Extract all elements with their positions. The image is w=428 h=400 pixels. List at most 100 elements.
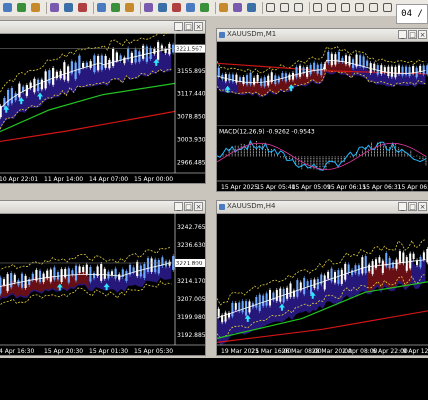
price-axis-label: 3078.850 — [177, 114, 205, 121]
zoom-out-icon[interactable] — [158, 3, 167, 12]
price-chart[interactable]: 15 Apr 2025 15 Apr 05:40 15 Apr 05:09 15 Ap… — [217, 41, 428, 191]
candle-body — [334, 54, 337, 65]
candle-body — [381, 260, 384, 274]
text-icon[interactable] — [369, 3, 378, 12]
candle-body — [378, 257, 381, 263]
minimize-button[interactable]: _ — [174, 202, 183, 211]
candle-body — [74, 265, 78, 281]
chart-shift-icon[interactable] — [200, 3, 209, 12]
chart-title: XAUUSDm,M1 — [227, 30, 277, 38]
candle-body — [143, 263, 146, 278]
templates-icon[interactable] — [247, 3, 256, 12]
candle-body — [313, 279, 316, 289]
cursor-icon[interactable] — [266, 3, 275, 12]
candle-body — [245, 75, 249, 85]
candle-body — [6, 274, 9, 292]
channel-icon[interactable] — [341, 3, 350, 12]
price-chart-svg[interactable]: 15 Apr 202515 Apr 05:4015 Apr 05:0915 Ap… — [217, 41, 428, 191]
price-chart-svg[interactable]: 3221.5673192.553155.8953117.4403078.8503… — [0, 33, 205, 183]
indicators-icon[interactable] — [219, 3, 228, 12]
periods-icon[interactable] — [233, 3, 242, 12]
chart-window-bottom-left[interactable]: _ □ × 3221.800 3242.765 3236.630 3228.275 32… — [0, 200, 206, 356]
market-watch-icon[interactable] — [31, 3, 40, 12]
minimize-button[interactable]: _ — [174, 22, 183, 31]
terminal-icon[interactable] — [64, 3, 73, 12]
text-label-icon[interactable] — [383, 3, 392, 12]
candle-body — [92, 272, 96, 279]
profiles-icon[interactable] — [17, 3, 26, 12]
candle-body — [422, 252, 425, 260]
candle-body — [136, 261, 139, 277]
candle-body — [78, 266, 81, 273]
close-button[interactable]: × — [418, 202, 427, 211]
candle-body — [303, 277, 306, 295]
price-chart[interactable]: 19 Mar 2025 21 Mar 16:00 26 Mar 08:00 28 Ma… — [217, 213, 428, 355]
candle-body — [405, 257, 408, 271]
vertical-line-icon[interactable] — [294, 3, 303, 12]
close-button[interactable]: × — [194, 202, 203, 211]
candle-body — [279, 288, 282, 302]
candle-body — [38, 270, 42, 283]
strategy-tester-icon[interactable] — [78, 3, 87, 12]
close-button[interactable]: × — [418, 30, 427, 39]
candle-body — [82, 266, 85, 272]
candle-body — [351, 269, 354, 276]
maximize-button[interactable]: □ — [184, 202, 193, 211]
tile-windows-icon[interactable] — [172, 3, 181, 12]
candlestick-icon[interactable] — [111, 3, 120, 12]
candle-body — [234, 303, 237, 310]
candle-body — [31, 273, 34, 280]
time-axis-label: 15 Apr 05:40 — [256, 184, 295, 191]
zoom-in-icon[interactable] — [144, 3, 153, 12]
candle-body — [398, 251, 401, 264]
slow-moving-average-line — [0, 110, 176, 143]
horizontal-line-icon[interactable] — [313, 3, 322, 12]
candle-body — [397, 65, 401, 74]
candle-body — [354, 265, 357, 273]
time-axis-label: 15 Apr 05:09 — [292, 184, 331, 191]
candle-body — [340, 269, 343, 284]
autoscroll-icon[interactable] — [186, 3, 195, 12]
new-chart-icon[interactable] — [3, 3, 12, 12]
candle-body — [344, 55, 348, 65]
minimize-button[interactable]: _ — [398, 30, 407, 39]
chart-window-bottom-right[interactable]: XAUUSDm,H4 _ □ × 19 Mar 2025 21 Mar 16:00… — [216, 200, 428, 356]
line-chart-icon[interactable] — [125, 3, 134, 12]
candle-body — [387, 66, 390, 77]
trendline-icon[interactable] — [327, 3, 336, 12]
fibonacci-icon[interactable] — [355, 3, 364, 12]
chart-window-top-right[interactable]: XAUUSDm,M1 _ □ × 15 Apr 2025 15 Apr 05:40… — [216, 28, 428, 192]
price-chart-svg[interactable]: 19 Mar 202521 Mar 16:0026 Mar 08:0028 Ma… — [217, 213, 428, 355]
maximize-button[interactable]: □ — [408, 30, 417, 39]
chart-window-top-left[interactable]: _ □ × 3221.567 3192.55 3155.895 3117.440 307… — [0, 20, 206, 184]
bar-chart-icon[interactable] — [97, 3, 106, 12]
candle-body — [37, 79, 40, 92]
candle-body — [224, 312, 227, 322]
price-chart[interactable]: 3221.800 3242.765 3236.630 3228.275 3214.170… — [0, 213, 205, 355]
price-chart-svg[interactable]: 3221.8003242.7653236.6303228.2753214.170… — [0, 213, 205, 355]
price-chart[interactable]: 3221.567 3192.55 3155.895 3117.440 3078.850 3… — [0, 33, 205, 183]
upper-band-line — [0, 246, 172, 271]
chart-title: XAUUSDm,H4 — [227, 202, 276, 210]
toolbar-separator — [215, 2, 216, 14]
chart-icon — [219, 204, 225, 210]
time-axis-label: 15 Apr 06:31 — [362, 184, 401, 191]
candle-body — [366, 60, 369, 67]
minimize-button[interactable]: _ — [398, 202, 407, 211]
candle-body — [40, 79, 43, 90]
maximize-button[interactable]: □ — [184, 22, 193, 31]
candle-body — [295, 66, 298, 78]
candle-body — [368, 264, 371, 272]
navigator-icon[interactable] — [50, 3, 59, 12]
crosshair-icon[interactable] — [280, 3, 289, 12]
candle-body — [402, 252, 405, 264]
candle-body — [298, 65, 302, 77]
price-axis-label: 3192.55 — [177, 45, 202, 52]
maximize-button[interactable]: □ — [408, 202, 417, 211]
candle-body — [320, 274, 323, 285]
toolbar-separator — [262, 2, 263, 14]
candle-body — [359, 55, 362, 67]
candle-body — [82, 62, 85, 68]
close-button[interactable]: × — [194, 22, 203, 31]
candle-body — [217, 308, 220, 317]
